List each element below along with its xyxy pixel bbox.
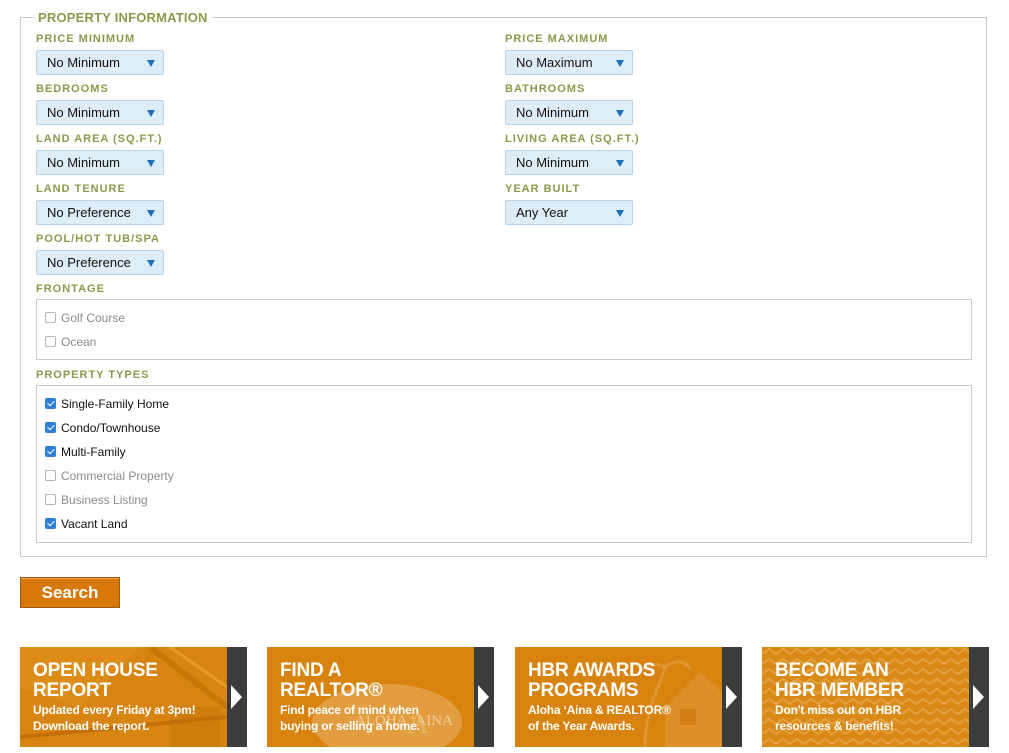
promo-find-a-realtor[interactable]: ALOHA ʻAINA A FIND A REALTOR® Find peace… <box>267 647 494 747</box>
chevron-down-icon <box>147 60 155 67</box>
promo-arrow-bar[interactable] <box>227 647 247 747</box>
promo-arrow-bar[interactable] <box>969 647 989 747</box>
promo-subtitle: Don't miss out on HBR resources & benefi… <box>775 702 971 734</box>
land-area-label: LAND AREA (SQ.FT.) <box>36 133 163 145</box>
promo-title: BECOME AN HBR MEMBER <box>775 661 975 701</box>
property-types-box <box>36 385 972 543</box>
checkbox-checked[interactable] <box>45 446 56 457</box>
bedrooms-value: No Minimum <box>47 105 120 120</box>
chevron-down-icon <box>616 110 624 117</box>
checkbox[interactable] <box>45 336 56 347</box>
promo-title-line: HBR MEMBER <box>775 680 904 701</box>
checkbox-label: Single-Family Home <box>61 397 170 411</box>
checkbox-label: Business Listing <box>61 493 148 507</box>
checkbox-checked[interactable] <box>45 398 56 409</box>
promo-arrow-bar[interactable] <box>722 647 742 747</box>
promo-title-line: BECOME AN <box>775 660 889 681</box>
bathrooms-label: BATHROOMS <box>505 83 586 95</box>
promo-hbr-awards[interactable]: HBR AWARDS PROGRAMS Aloha ʻAina & REALTO… <box>515 647 742 747</box>
year-built-select[interactable]: Any Year <box>505 200 633 225</box>
bathrooms-select[interactable]: No Minimum <box>505 100 633 125</box>
checkbox[interactable] <box>45 312 56 323</box>
chevron-right-icon <box>973 685 984 709</box>
chevron-down-icon <box>147 160 155 167</box>
land-tenure-value: No Preference <box>47 205 131 220</box>
promo-title-line: REALTOR® <box>280 680 383 701</box>
promo-subtitle: Aloha ʻAina & REALTOR® of the Year Award… <box>528 702 724 734</box>
promo-subtitle-line: Don't miss out on HBR <box>775 703 901 717</box>
price-maximum-value: No Maximum <box>516 55 593 70</box>
promo-arrow-bar[interactable] <box>474 647 494 747</box>
promo-title-line: REPORT <box>33 680 111 701</box>
chevron-down-icon <box>147 260 155 267</box>
chevron-right-icon <box>231 685 242 709</box>
price-maximum-select[interactable]: No Maximum <box>505 50 633 75</box>
promo-subtitle-line: resources & benefits! <box>775 719 894 733</box>
land-tenure-select[interactable]: No Preference <box>36 200 164 225</box>
promo-title-line: HBR AWARDS <box>528 660 656 681</box>
chevron-down-icon <box>147 210 155 217</box>
year-built-value: Any Year <box>516 205 569 220</box>
promo-subtitle-line: of the Year Awards. <box>528 719 635 733</box>
checkbox-label: Vacant Land <box>61 517 128 531</box>
promo-title-line: PROGRAMS <box>528 680 639 701</box>
pool-value: No Preference <box>47 255 131 270</box>
living-area-select[interactable]: No Minimum <box>505 150 633 175</box>
land-tenure-label: LAND TENURE <box>36 183 126 195</box>
land-area-select[interactable]: No Minimum <box>36 150 164 175</box>
search-button[interactable]: Search <box>20 577 120 608</box>
chevron-down-icon <box>616 60 624 67</box>
bedrooms-label: BEDROOMS <box>36 83 109 95</box>
checkbox-label: Multi-Family <box>61 445 126 459</box>
price-minimum-label: PRICE MINIMUM <box>36 33 136 45</box>
chevron-right-icon <box>478 685 489 709</box>
price-minimum-select[interactable]: No Minimum <box>36 50 164 75</box>
promo-title-line: FIND A <box>280 660 342 681</box>
checkbox-label: Condo/Townhouse <box>61 421 161 435</box>
promo-subtitle-line: Find peace of mind when <box>280 703 419 717</box>
frontage-box <box>36 299 972 360</box>
checkbox-checked[interactable] <box>45 422 56 433</box>
price-minimum-value: No Minimum <box>47 55 120 70</box>
promo-title: OPEN HOUSE REPORT <box>33 661 233 701</box>
checkbox-label: Golf Course <box>61 311 126 325</box>
living-area-value: No Minimum <box>516 155 589 170</box>
checkbox-label: Ocean <box>61 335 97 349</box>
land-area-value: No Minimum <box>47 155 120 170</box>
pool-label: POOL/HOT TUB/SPA <box>36 233 160 245</box>
promo-title: FIND A REALTOR® <box>280 661 480 701</box>
pool-select[interactable]: No Preference <box>36 250 164 275</box>
bedrooms-select[interactable]: No Minimum <box>36 100 164 125</box>
chevron-down-icon <box>616 160 624 167</box>
price-maximum-label: PRICE MAXIMUM <box>505 33 609 45</box>
property-types-label: PROPERTY TYPES <box>36 369 150 381</box>
year-built-label: YEAR BUILT <box>505 183 581 195</box>
fieldset-legend: PROPERTY INFORMATION <box>34 10 212 25</box>
promo-title-line: OPEN HOUSE <box>33 660 158 681</box>
promo-subtitle: Updated every Friday at 3pm! Download th… <box>33 702 229 734</box>
promo-open-house-report[interactable]: OPEN HOUSE REPORT Updated every Friday a… <box>20 647 247 747</box>
checkbox[interactable] <box>45 494 56 505</box>
promo-subtitle-line: Download the report. <box>33 719 150 733</box>
checkbox-label: Commercial Property <box>61 469 174 483</box>
living-area-label: LIVING AREA (SQ.FT.) <box>505 133 640 145</box>
checkbox-checked[interactable] <box>45 518 56 529</box>
promo-subtitle-line: buying or selling a home. <box>280 719 420 733</box>
promo-subtitle-line: Updated every Friday at 3pm! <box>33 703 196 717</box>
promo-title: HBR AWARDS PROGRAMS <box>528 661 728 701</box>
promo-subtitle-line: Aloha ʻAina & REALTOR® <box>528 703 671 717</box>
chevron-right-icon <box>726 685 737 709</box>
chevron-down-icon <box>616 210 624 217</box>
promo-subtitle: Find peace of mind when buying or sellin… <box>280 702 476 734</box>
promo-become-member[interactable]: BECOME AN HBR MEMBER Don't miss out on H… <box>762 647 989 747</box>
frontage-label: FRONTAGE <box>36 283 105 295</box>
bathrooms-value: No Minimum <box>516 105 589 120</box>
checkbox[interactable] <box>45 470 56 481</box>
chevron-down-icon <box>147 110 155 117</box>
